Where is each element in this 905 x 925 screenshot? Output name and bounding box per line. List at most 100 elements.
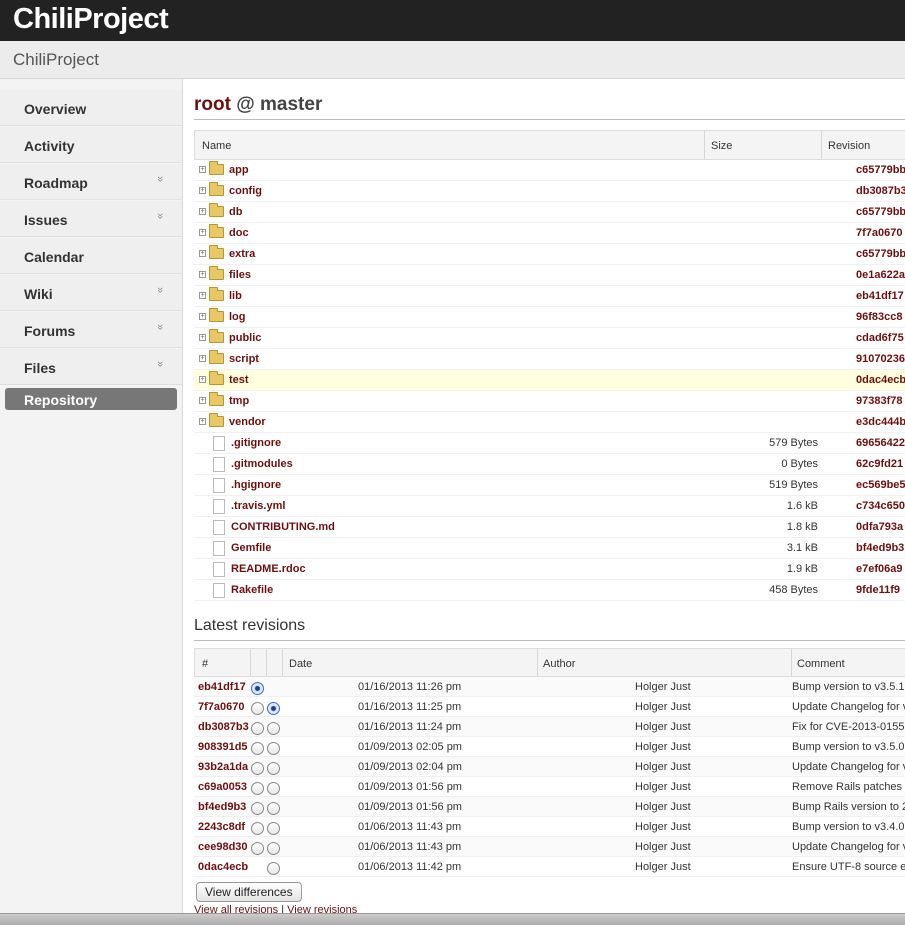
entry-revision-link[interactable]: c734c650 xyxy=(856,500,905,512)
app-logo[interactable]: ChiliProject xyxy=(13,3,169,36)
entry-name-link[interactable]: db xyxy=(229,206,242,218)
sidebar-item-forums[interactable]: Forums » xyxy=(0,312,182,348)
entry-revision-link[interactable]: 9fde11f9 xyxy=(856,584,900,596)
entry-revision-link[interactable]: e3dc444b xyxy=(856,416,905,428)
expand-icon[interactable]: + xyxy=(199,418,206,425)
entry-name-link[interactable]: files xyxy=(229,269,251,281)
sidebar-item-issues[interactable]: Issues » xyxy=(0,201,182,237)
entry-revision-link[interactable]: eb41df17 xyxy=(856,290,904,302)
chevron-down-icon[interactable]: » xyxy=(154,361,166,367)
revision-id-link[interactable]: eb41df17 xyxy=(198,681,246,693)
project-title[interactable]: ChiliProject xyxy=(13,50,99,70)
radio-to[interactable] xyxy=(267,742,280,755)
revision-id-link[interactable]: c69a0053 xyxy=(198,781,247,793)
radio-to[interactable] xyxy=(267,822,280,835)
breadcrumb-root[interactable]: root xyxy=(194,94,231,115)
sidebar-item-wiki[interactable]: Wiki » xyxy=(0,275,182,311)
entry-name-link[interactable]: Gemfile xyxy=(231,542,271,554)
entry-revision-link[interactable]: 0dfa793a xyxy=(856,521,903,533)
expand-icon[interactable]: + xyxy=(199,355,206,362)
chevron-down-icon[interactable]: » xyxy=(154,287,166,293)
sidebar-item-files[interactable]: Files » xyxy=(0,349,182,385)
expand-icon[interactable]: + xyxy=(199,397,206,404)
entry-revision-link[interactable]: 0dac4ecb xyxy=(856,374,905,386)
expand-icon[interactable]: + xyxy=(199,187,206,194)
entry-revision-link[interactable]: ec569be5 xyxy=(856,479,905,491)
entry-revision-link[interactable]: 62c9fd21 xyxy=(856,458,903,470)
entry-name-link[interactable]: app xyxy=(229,164,249,176)
revision-id-link[interactable]: 2243c8df xyxy=(198,821,245,833)
entry-name-link[interactable]: script xyxy=(229,353,259,365)
expand-icon[interactable]: + xyxy=(199,208,206,215)
entry-name-link[interactable]: test xyxy=(229,374,249,386)
radio-from[interactable] xyxy=(251,742,264,755)
radio-to[interactable] xyxy=(267,862,280,875)
radio-from[interactable] xyxy=(251,822,264,835)
sidebar-item-activity[interactable]: Activity xyxy=(0,127,182,163)
radio-to[interactable] xyxy=(267,722,280,735)
chevron-down-icon[interactable]: » xyxy=(154,176,166,182)
radio-to[interactable] xyxy=(267,702,280,715)
entry-revision-link[interactable]: 96f83cc8 xyxy=(856,311,903,323)
entry-revision-link[interactable]: 69656422 xyxy=(856,437,905,449)
entry-revision-link[interactable]: e7ef06a9 xyxy=(856,563,903,575)
expand-icon[interactable]: + xyxy=(199,376,206,383)
expand-icon[interactable]: + xyxy=(199,334,206,341)
revision-id-link[interactable]: 0dac4ecb xyxy=(198,861,248,873)
entry-name-link[interactable]: extra xyxy=(229,248,255,260)
entry-name-link[interactable]: log xyxy=(229,311,246,323)
entry-name-link[interactable]: lib xyxy=(229,290,242,302)
expand-icon[interactable]: + xyxy=(199,250,206,257)
radio-from[interactable] xyxy=(251,702,264,715)
entry-revision-link[interactable]: cdad6f75 xyxy=(856,332,904,344)
entry-name-link[interactable]: tmp xyxy=(229,395,249,407)
radio-from[interactable] xyxy=(251,762,264,775)
entry-name-link[interactable]: .travis.yml xyxy=(231,500,285,512)
entry-revision-link[interactable]: bf4ed9b3 xyxy=(856,542,904,554)
entry-name-link[interactable]: Rakefile xyxy=(231,584,273,596)
revision-id-link[interactable]: 7f7a0670 xyxy=(198,701,245,713)
expand-icon[interactable]: + xyxy=(199,229,206,236)
column-revision[interactable]: Revision xyxy=(828,140,870,152)
entry-name-link[interactable]: doc xyxy=(229,227,249,239)
radio-from[interactable] xyxy=(251,802,264,815)
expand-icon[interactable]: + xyxy=(199,166,206,173)
revision-id-link[interactable]: bf4ed9b3 xyxy=(198,801,246,813)
radio-to[interactable] xyxy=(267,802,280,815)
expand-icon[interactable]: + xyxy=(199,313,206,320)
revision-id-link[interactable]: db3087b3 xyxy=(198,721,249,733)
entry-revision-link[interactable]: 91070236 xyxy=(856,353,905,365)
entry-name-link[interactable]: .gitmodules xyxy=(231,458,293,470)
sidebar-item-calendar[interactable]: Calendar xyxy=(0,238,182,274)
entry-name-link[interactable]: vendor xyxy=(229,416,266,428)
revision-id-link[interactable]: 908391d5 xyxy=(198,741,248,753)
radio-to[interactable] xyxy=(267,762,280,775)
sidebar-item-repository[interactable]: Repository xyxy=(5,388,177,410)
entry-name-link[interactable]: README.rdoc xyxy=(231,563,306,575)
entry-name-link[interactable]: .gitignore xyxy=(231,437,281,449)
entry-revision-link[interactable]: 0e1a622a xyxy=(856,269,905,281)
entry-revision-link[interactable]: c65779bb xyxy=(856,248,905,260)
entry-name-link[interactable]: CONTRIBUTING.md xyxy=(231,521,335,533)
expand-icon[interactable]: + xyxy=(199,271,206,278)
radio-to[interactable] xyxy=(267,782,280,795)
sidebar-item-roadmap[interactable]: Roadmap » xyxy=(0,164,182,200)
sidebar-item-overview[interactable]: Overview xyxy=(0,90,182,126)
entry-revision-link[interactable]: 7f7a0670 xyxy=(856,227,903,239)
chevron-down-icon[interactable]: » xyxy=(154,213,166,219)
expand-icon[interactable]: + xyxy=(199,292,206,299)
entry-revision-link[interactable]: c65779bb xyxy=(856,164,905,176)
column-name[interactable]: Name xyxy=(202,140,231,152)
chevron-down-icon[interactable]: » xyxy=(154,324,166,330)
revision-id-link[interactable]: cee98d30 xyxy=(198,841,248,853)
entry-revision-link[interactable]: db3087b3 xyxy=(856,185,905,197)
radio-to[interactable] xyxy=(267,842,280,855)
radio-from[interactable] xyxy=(251,722,264,735)
radio-from[interactable] xyxy=(251,782,264,795)
radio-from[interactable] xyxy=(251,842,264,855)
radio-from[interactable] xyxy=(251,682,264,695)
entry-name-link[interactable]: config xyxy=(229,185,262,197)
entry-name-link[interactable]: .hgignore xyxy=(231,479,281,491)
revision-id-link[interactable]: 93b2a1da xyxy=(198,761,248,773)
view-differences-button[interactable]: View differences xyxy=(196,882,302,902)
